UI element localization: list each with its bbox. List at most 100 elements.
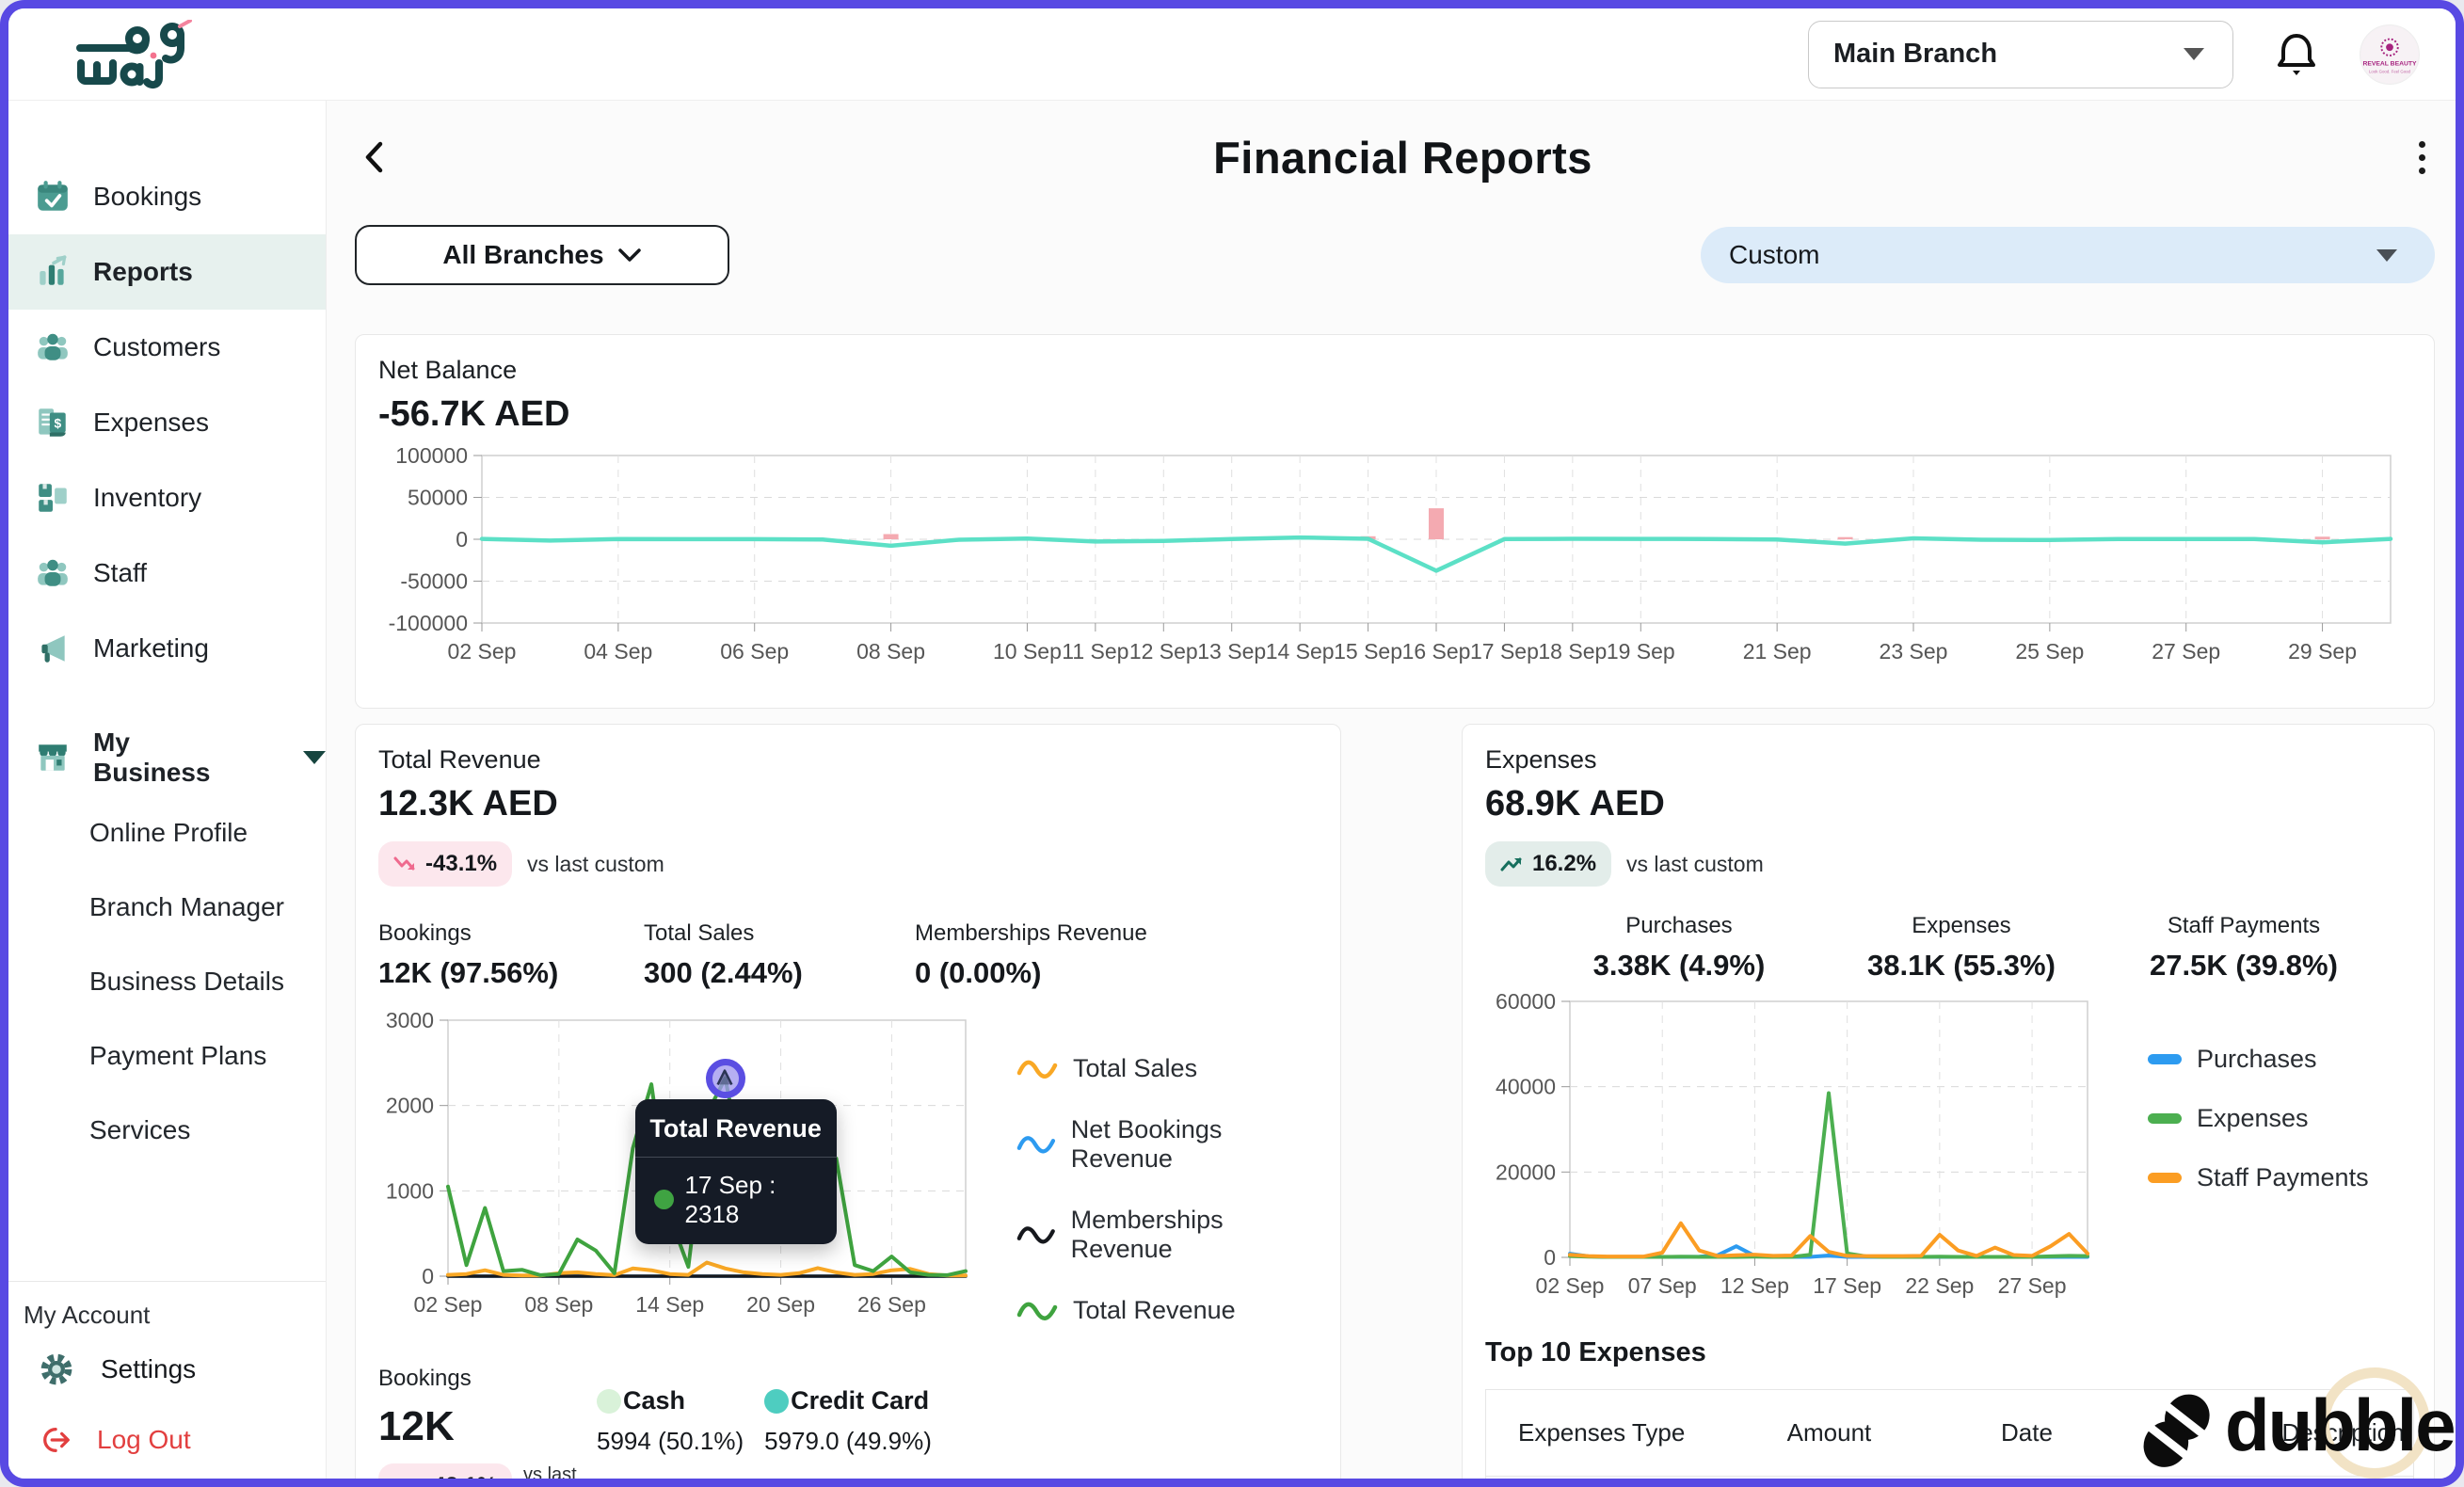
sidebar-subitem-label: Online Profile	[89, 818, 248, 848]
svg-text:0: 0	[1544, 1245, 1556, 1270]
topbar-right: Main Branch REVEAL BEAUTY Look Good. Fee…	[1808, 21, 2420, 88]
period-select-value: Custom	[1729, 240, 1819, 270]
avatar[interactable]: REVEAL BEAUTY Look Good. Feel Good	[2360, 24, 2420, 85]
sidebar-subitem-label: Services	[89, 1115, 190, 1145]
change-value: -43.1%	[425, 1473, 497, 1479]
svg-text:15 Sep: 15 Sep	[1334, 639, 1402, 664]
sidebar-item-payment-plans[interactable]: Payment Plans	[8, 1018, 326, 1093]
chart-tooltip: Total Revenue 17 Sep : 2318	[635, 1099, 837, 1244]
sidebar-item-label: Expenses	[93, 408, 209, 438]
svg-text:20 Sep: 20 Sep	[746, 1292, 815, 1317]
waj-logo	[74, 20, 234, 89]
cell-amount: 20000	[1749, 1477, 1909, 1479]
stat-label: Bookings	[378, 920, 644, 947]
sidebar-item-inventory[interactable]: Inventory	[8, 460, 326, 536]
cell-expenses-type: Cash Settlement	[1485, 1477, 1749, 1479]
payment-value: 5994 (50.1%)	[597, 1427, 744, 1456]
logout-button[interactable]: Log Out	[8, 1409, 326, 1471]
boxes-icon	[35, 480, 71, 516]
stat-value: 27.5K (39.8%)	[2103, 949, 2385, 983]
sidebar-item-branch-manager[interactable]: Branch Manager	[8, 870, 326, 944]
legend-item: Total Revenue	[1016, 1296, 1318, 1325]
net-balance-chart[interactable]: 100000500000-50000-10000002 Sep04 Sep06 …	[378, 448, 2417, 674]
sidebar-item-label: Customers	[93, 332, 220, 362]
sidebar-item-expenses[interactable]: $ Expenses	[8, 385, 326, 460]
change-badge: -43.1%	[378, 841, 512, 887]
svg-text:20000: 20000	[1496, 1159, 1556, 1184]
sidebar-item-services[interactable]: Services	[8, 1093, 326, 1167]
legend-label: Purchases	[2197, 1045, 2317, 1074]
legend-item: Purchases	[2148, 1045, 2369, 1074]
receipt-icon: $	[35, 405, 71, 440]
svg-text:22 Sep: 22 Sep	[1905, 1273, 1974, 1298]
change-badge: -43.1%	[378, 1463, 512, 1479]
payment-label: Cash	[623, 1386, 685, 1415]
svg-text:25 Sep: 25 Sep	[2015, 639, 2084, 664]
expenses-chart[interactable]: 600004000020000002 Sep07 Sep12 Sep17 Sep…	[1485, 992, 2103, 1304]
credit-card-dot	[764, 1389, 789, 1414]
svg-text:04 Sep: 04 Sep	[584, 639, 652, 664]
sidebar-item-settings[interactable]: Settings	[8, 1330, 326, 1409]
calendar-check-icon	[35, 179, 71, 215]
sidebar-item-label: Staff	[93, 558, 147, 588]
svg-text:1000: 1000	[386, 1178, 434, 1203]
svg-text:-100000: -100000	[389, 611, 468, 635]
sidebar-item-label: Bookings	[93, 182, 201, 212]
cash-dot	[597, 1389, 621, 1414]
svg-text:10 Sep: 10 Sep	[993, 639, 1062, 664]
legend-label: Memberships Revenue	[1071, 1206, 1318, 1264]
notifications-bell-icon[interactable]	[2275, 31, 2318, 78]
expenses-title: Expenses	[1485, 745, 2411, 775]
back-arrow-button[interactable]	[355, 136, 396, 178]
sidebar-item-business-details[interactable]: Business Details	[8, 944, 326, 1018]
sidebar-item-reports[interactable]: Reports	[8, 234, 326, 310]
net-balance-title: Net Balance	[378, 356, 2411, 385]
sidebar-item-customers[interactable]: Customers	[8, 310, 326, 385]
total-revenue-value: 12.3K AED	[378, 784, 1318, 824]
all-branches-button[interactable]: All Branches	[355, 225, 729, 285]
legend-dash-icon	[2148, 1173, 2182, 1183]
net-balance-value: -56.7K AED	[378, 394, 2411, 435]
stat-total-sales: Total Sales 300 (2.44%)	[644, 920, 915, 990]
change-caption: vs last custom	[523, 1463, 584, 1479]
change-value: 16.2%	[1532, 851, 1596, 877]
svg-text:3000: 3000	[386, 1011, 434, 1032]
sidebar-item-staff[interactable]: Staff	[8, 536, 326, 611]
sidebar-item-label: Inventory	[93, 483, 201, 513]
svg-text:12 Sep: 12 Sep	[1129, 639, 1198, 664]
all-branches-label: All Branches	[442, 240, 603, 270]
branch-selector[interactable]: Main Branch	[1808, 21, 2233, 88]
revenue-legend: Total Sales Net Bookings Revenue Members…	[1016, 1054, 1318, 1328]
sidebar-item-my-business[interactable]: My Business	[8, 720, 326, 795]
svg-text:12 Sep: 12 Sep	[1720, 1273, 1789, 1298]
legend-label: Net Bookings Revenue	[1071, 1115, 1318, 1174]
svg-text:23 Sep: 23 Sep	[1880, 639, 1948, 664]
sidebar-item-online-profile[interactable]: Online Profile	[8, 795, 326, 870]
legend-dash-icon	[2148, 1054, 2182, 1064]
sidebar: Bookings Reports Customers	[8, 101, 327, 1479]
branch-selector-value: Main Branch	[1833, 39, 1997, 70]
svg-text:60000: 60000	[1496, 992, 1556, 1014]
payment-split-credit-card: Credit Card 5979.0 (49.9%)	[764, 1386, 932, 1479]
payment-split-cash: Cash 5994 (50.1%)	[597, 1386, 744, 1479]
kebab-menu-icon[interactable]	[2409, 136, 2435, 180]
period-select[interactable]: Custom	[1701, 227, 2435, 283]
svg-text:02 Sep: 02 Sep	[1536, 1273, 1605, 1298]
sidebar-item-bookings[interactable]: Bookings	[8, 159, 326, 234]
trend-up-icon	[1500, 855, 1525, 873]
legend-item: Staff Payments	[2148, 1163, 2369, 1192]
highlight-marker	[706, 1059, 745, 1098]
stat-bookings: Bookings 12K (97.56%)	[378, 920, 644, 990]
legend-label: Expenses	[2197, 1104, 2309, 1133]
sidebar-item-marketing[interactable]: Marketing	[8, 611, 326, 686]
svg-text:-50000: -50000	[400, 569, 468, 594]
stat-value: 38.1K (55.3%)	[1820, 949, 2103, 983]
legend-label: Total Sales	[1073, 1054, 1197, 1083]
svg-text:08 Sep: 08 Sep	[856, 639, 925, 664]
sidebar-account-section: My Account Settings Log Out	[8, 1281, 326, 1479]
dubble-watermark: dubble	[2131, 1381, 2456, 1484]
gear-icon	[39, 1351, 74, 1387]
stat-staff-payments: Staff Payments 27.5K (39.8%)	[2103, 913, 2385, 983]
wave-icon	[1016, 1056, 1058, 1082]
svg-text:REVEAL BEAUTY: REVEAL BEAUTY	[2362, 60, 2417, 67]
